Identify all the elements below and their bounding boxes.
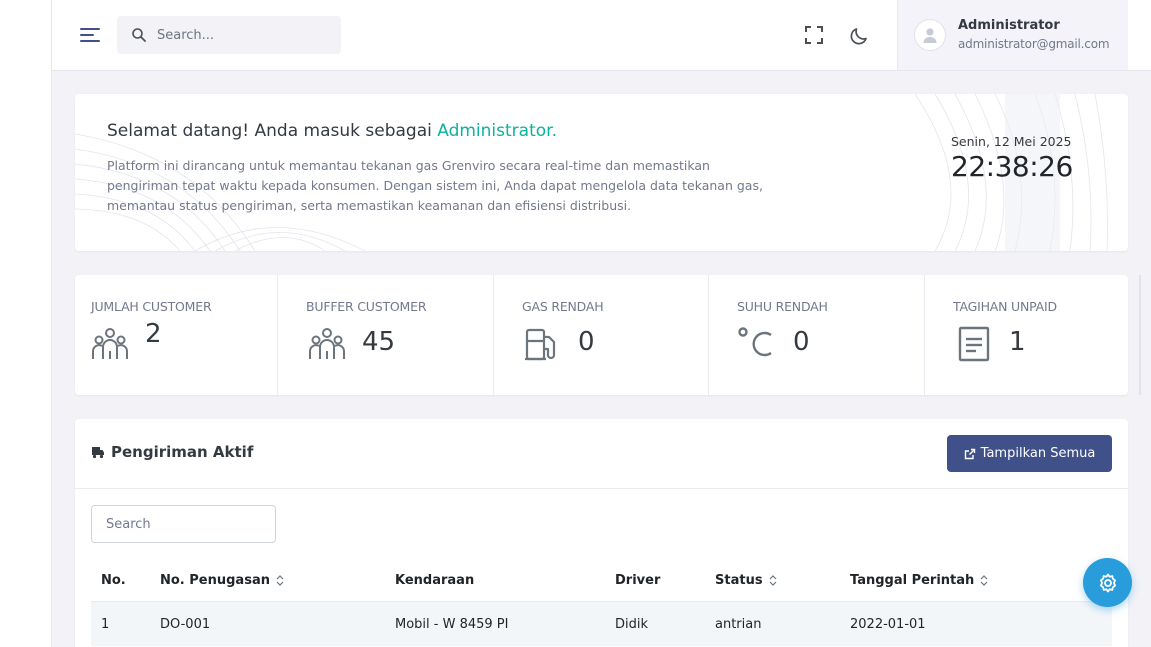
- stat-value: 0: [578, 327, 595, 357]
- cell-driver: Didik: [615, 616, 649, 632]
- settings-button[interactable]: [1083, 558, 1132, 607]
- stat-label: GAS RENDAH: [522, 299, 604, 314]
- truck-icon: [92, 447, 104, 459]
- column-vehicle: Kendaraan: [395, 573, 475, 588]
- cell-assignment: DO-001: [160, 616, 211, 632]
- table-row[interactable]: 1 DO-001 Mobil - W 8459 PI Didik antrian…: [91, 602, 1112, 646]
- search-icon: [132, 28, 146, 42]
- stat-value: 1: [1009, 327, 1026, 357]
- column-driver: Driver: [615, 573, 661, 588]
- sort-icon: [769, 575, 776, 586]
- welcome-banner: Selamat datang! Anda masuk sebagai Admin…: [75, 94, 1128, 251]
- fullscreen-icon[interactable]: [804, 25, 824, 45]
- stat-label: SUHU RENDAH: [737, 299, 828, 314]
- shipments-table: No. No. Penugasan Kendaraan Driver Statu…: [91, 560, 1112, 646]
- gas-station-icon: [525, 328, 556, 361]
- stat-card: BUFFER CUSTOMER 45: [278, 275, 494, 395]
- celsius-icon: [738, 327, 772, 357]
- current-time: 22:38:26: [951, 150, 1073, 183]
- stat-card: JUMLAH CUSTOMER 2: [75, 275, 278, 395]
- stat-label: TAGIHAN UNPAID: [953, 299, 1057, 314]
- user-icon: [923, 28, 937, 43]
- user-email: administrator@gmail.com: [958, 37, 1110, 51]
- sort-icon: [980, 575, 988, 586]
- hamburger-menu-icon[interactable]: [79, 24, 101, 46]
- stat-value: 0: [793, 327, 810, 357]
- show-all-button[interactable]: Tampilkan Semua: [947, 435, 1112, 472]
- welcome-description: Platform ini dirancang untuk memantau te…: [107, 158, 763, 213]
- table-search-input[interactable]: [91, 505, 276, 543]
- stat-card: GAS RENDAH 0: [494, 275, 709, 395]
- cell-vehicle: Mobil - W 8459 PI: [395, 616, 509, 632]
- gear-icon: [1099, 573, 1116, 592]
- document-icon: [958, 326, 990, 362]
- stats-row: JUMLAH CUSTOMER 2 BUFFER CUSTOMER 45 GAS…: [75, 275, 1128, 395]
- panel-title: Pengiriman Aktif: [91, 443, 253, 461]
- avatar: [914, 19, 946, 51]
- column-assignment[interactable]: No. Penugasan: [160, 573, 395, 588]
- table-header: No. No. Penugasan Kendaraan Driver Statu…: [91, 560, 1112, 602]
- search-input[interactable]: [157, 27, 327, 43]
- group-icon: [309, 328, 345, 359]
- scroll-edge: [1139, 275, 1141, 395]
- active-shipments-panel: Pengiriman Aktif Tampilkan Semua No. No.…: [75, 419, 1128, 647]
- panel-header: Pengiriman Aktif Tampilkan Semua: [75, 419, 1128, 489]
- cell-status: antrian: [715, 616, 762, 632]
- sort-icon: [276, 575, 284, 586]
- stat-card: TAGIHAN UNPAID 1: [925, 275, 1128, 395]
- stat-value: 2: [145, 319, 162, 349]
- welcome-title: Selamat datang! Anda masuk sebagai Admin…: [107, 121, 557, 141]
- topbar: Administrator administrator@gmail.com: [52, 0, 1151, 71]
- sidebar-edge: [0, 0, 52, 647]
- group-icon: [92, 328, 128, 359]
- show-all-label: Tampilkan Semua: [980, 446, 1096, 461]
- cell-no: 1: [101, 616, 110, 632]
- user-name: Administrator: [958, 18, 1060, 33]
- user-dropdown[interactable]: Administrator administrator@gmail.com: [897, 0, 1128, 70]
- stat-label: JUMLAH CUSTOMER: [91, 299, 212, 314]
- global-search[interactable]: [117, 16, 341, 54]
- moon-icon[interactable]: [849, 24, 871, 46]
- panel-title-text: Pengiriman Aktif: [111, 443, 254, 461]
- column-order-date[interactable]: Tanggal Perintah: [850, 573, 1112, 588]
- stat-card: SUHU RENDAH 0: [709, 275, 925, 395]
- external-link-icon: [964, 448, 975, 459]
- stat-value: 45: [362, 327, 396, 357]
- column-status[interactable]: Status: [715, 573, 850, 588]
- cell-order-date: 2022-01-01: [850, 616, 926, 632]
- current-date: Senin, 12 Mei 2025: [951, 134, 1072, 149]
- welcome-role: Administrator.: [437, 121, 557, 141]
- column-no: No.: [101, 573, 126, 588]
- stat-label: BUFFER CUSTOMER: [306, 299, 427, 314]
